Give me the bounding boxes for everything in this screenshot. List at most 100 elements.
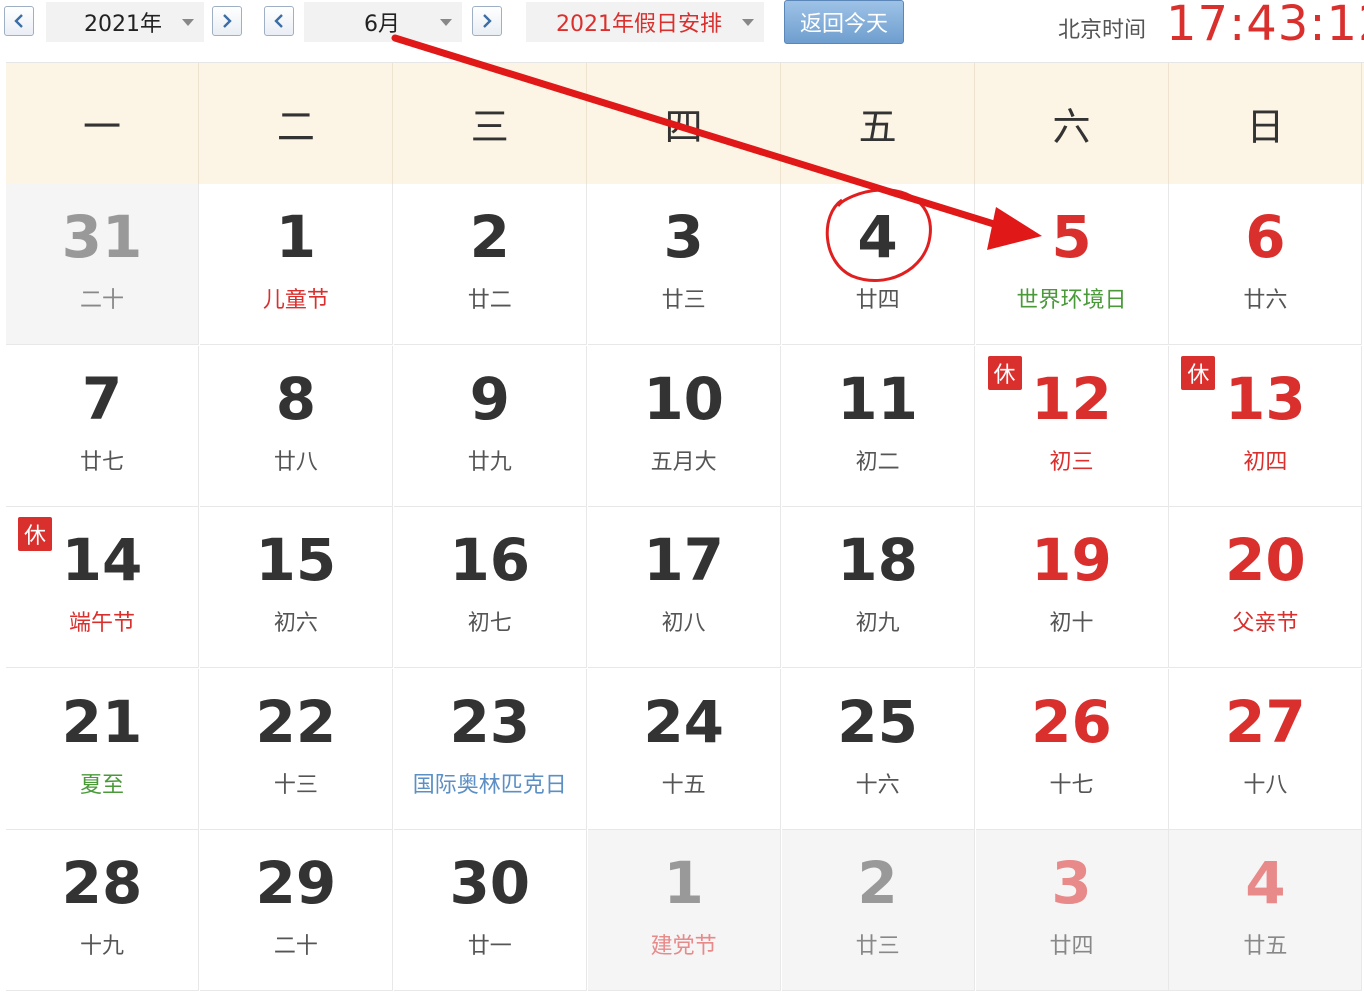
day-cell[interactable]: 31 二十 [6,184,199,345]
day-cell[interactable]: 17 初八 [587,507,781,668]
lunar-or-festival-label: 十九 [79,934,124,959]
lunar-or-festival-label: 十六 [855,772,900,798]
day-cell[interactable]: 24 十五 [587,668,781,830]
lunar-or-festival-label: 廿四 [855,288,900,313]
lunar-or-festival-label: 十八 [1243,772,1288,798]
lunar-or-festival-label: 初十 [1049,611,1094,636]
lunar-or-festival-label: 初八 [661,611,706,636]
weekday-label: 日 [1169,63,1363,184]
day-cell[interactable]: 10 五月大 [587,345,781,507]
day-cell[interactable]: 5 世界环境日 [975,184,1169,345]
year-select[interactable]: 2021年 [46,2,204,42]
day-cell[interactable]: 26 十七 [975,668,1169,830]
next-year-button[interactable] [212,6,242,36]
day-number: 2 [469,203,510,271]
day-cell[interactable]: 休 12 初三 [975,345,1169,507]
day-number: 23 [449,687,531,756]
day-cell[interactable]: 3 廿四 [975,830,1169,991]
lunar-or-festival-label: 初四 [1243,449,1288,475]
day-cell[interactable]: 15 初六 [199,507,393,668]
day-cell[interactable]: 16 初七 [393,507,587,668]
lunar-or-festival-label: 二十 [273,934,318,959]
prev-year-button[interactable] [4,6,34,36]
weekday-label: 二 [200,63,393,184]
day-number: 20 [1225,526,1306,594]
day-cell[interactable]: 4 廿四 [781,184,975,345]
lunar-or-festival-label: 廿九 [467,449,512,475]
lunar-or-festival-label: 五月大 [650,449,717,475]
lunar-or-festival-label: 廿五 [1243,934,1288,959]
day-cell[interactable]: 21 夏至 [6,668,199,830]
holiday-schedule-select[interactable]: 2021年假日安排 [526,2,764,42]
lunar-or-festival-label: 廿六 [1243,288,1288,313]
day-cell[interactable]: 20 父亲节 [1169,507,1363,668]
day-number: 31 [61,203,143,271]
day-number: 1 [663,849,704,917]
day-cell[interactable]: 18 初九 [781,507,975,668]
day-cell[interactable]: 11 初二 [781,345,975,507]
day-cell[interactable]: 6 廿六 [1169,184,1363,345]
day-number: 5 [1051,203,1092,271]
prev-month-button[interactable] [264,6,294,36]
day-number: 29 [255,849,337,917]
day-number: 9 [469,364,510,433]
day-number: 24 [643,687,725,756]
day-number: 3 [663,203,704,271]
day-cell[interactable]: 28 十九 [6,830,199,991]
lunar-or-festival-label: 十七 [1049,772,1094,798]
day-cell[interactable]: 1 建党节 [587,830,781,991]
lunar-or-festival-label: 端午节 [68,611,135,636]
next-month-button[interactable] [472,6,502,36]
day-number: 22 [255,687,337,756]
lunar-or-festival-label: 二十 [79,288,124,313]
lunar-or-festival-label: 初六 [273,611,318,636]
day-number: 27 [1225,687,1306,756]
year-select-value: 2021年 [84,12,162,37]
day-cell[interactable]: 8 廿八 [199,345,393,507]
day-cell[interactable]: 25 十六 [781,668,975,830]
lunar-or-festival-label: 夏至 [79,772,124,798]
lunar-or-festival-label: 廿三 [855,934,900,959]
lunar-or-festival-label: 廿四 [1049,934,1094,959]
weekday-label: 四 [588,63,781,184]
lunar-or-festival-label: 国际奥林匹克日 [412,772,567,798]
day-number: 25 [837,687,918,756]
day-cell[interactable]: 3 廿三 [587,184,781,345]
chevron-right-icon [483,14,492,28]
day-number: 17 [643,526,725,594]
day-cell[interactable]: 27 十八 [1169,668,1363,830]
day-cell[interactable]: 30 廿一 [393,830,587,991]
back-to-today-button[interactable]: 返回今天 [784,0,904,44]
day-cell[interactable]: 2 廿三 [781,830,975,991]
lunar-or-festival-label: 世界环境日 [1016,288,1127,313]
day-cell[interactable]: 2 廿二 [393,184,587,345]
lunar-or-festival-label: 初三 [1049,449,1094,475]
day-cell[interactable]: 1 儿童节 [199,184,393,345]
day-cell[interactable]: 休 13 初四 [1169,345,1363,507]
chevron-down-icon [182,18,194,26]
holiday-select-value: 2021年假日安排 [556,12,722,37]
lunar-or-festival-label: 廿二 [467,288,512,313]
lunar-or-festival-label: 父亲节 [1232,611,1299,636]
weekday-label: 三 [394,63,587,184]
lunar-or-festival-label: 廿七 [79,449,124,475]
day-number: 1 [275,203,317,271]
day-cell[interactable]: 7 廿七 [6,345,199,507]
lunar-or-festival-label: 儿童节 [262,288,329,313]
day-cell[interactable]: 休 14 端午节 [6,507,199,668]
day-number: 11 [837,364,918,433]
lunar-or-festival-label: 十五 [661,772,706,798]
day-cell[interactable]: 9 廿九 [393,345,587,507]
day-number: 14 [61,526,143,594]
day-cell[interactable]: 4 廿五 [1169,830,1363,991]
day-cell[interactable]: 23 国际奥林匹克日 [393,668,587,830]
day-cell[interactable]: 19 初十 [975,507,1169,668]
day-number: 7 [81,364,123,433]
weekday-label: 一 [6,63,199,184]
month-select[interactable]: 6月 [304,2,462,42]
day-cell[interactable]: 22 十三 [199,668,393,830]
chevron-left-icon [14,14,23,28]
day-cell[interactable]: 29 二十 [199,830,393,991]
day-number: 15 [255,526,337,594]
lunar-or-festival-label: 建党节 [650,934,717,959]
